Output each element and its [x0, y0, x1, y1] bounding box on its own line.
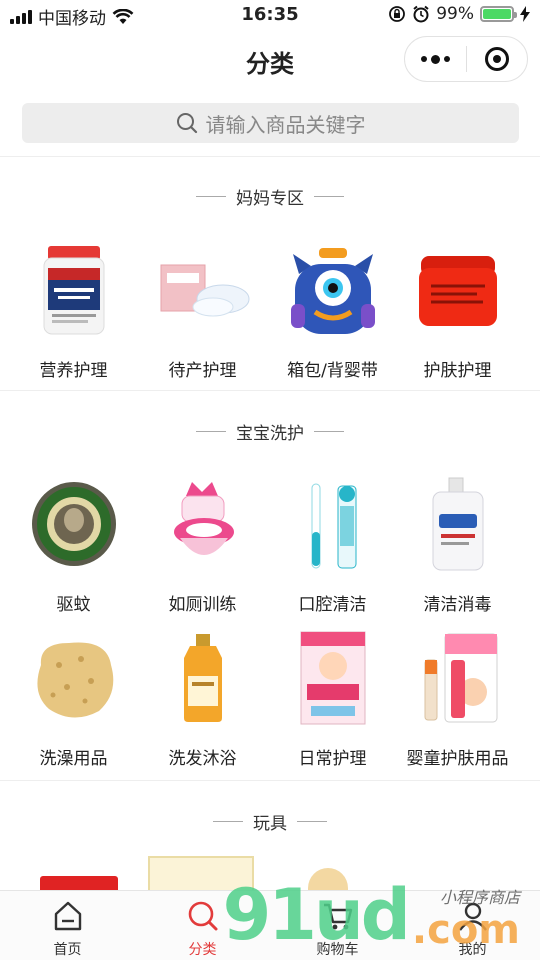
section-title: 妈妈专区 — [236, 189, 304, 209]
category-label: 如厕训练 — [168, 595, 237, 615]
section-title: 宝宝洗护 — [236, 424, 304, 444]
category-daily-care[interactable]: 日常护理 — [265, 628, 400, 769]
supplement-bottle-image — [24, 240, 124, 340]
tab-label: 我的 — [458, 942, 487, 958]
potty-seat-image — [153, 474, 253, 574]
nav-bar: 分类 — [0, 30, 540, 90]
alarm-icon — [413, 5, 429, 23]
tab-label: 购物车 — [316, 942, 359, 958]
category-cleaning-disinfect[interactable]: 清洁消毒 — [390, 474, 525, 615]
category-bath-products[interactable]: 洗澡用品 — [6, 628, 141, 769]
balm-tin-image — [24, 474, 124, 574]
tab-label: 分类 — [188, 942, 217, 958]
user-icon — [458, 902, 487, 931]
divider — [0, 156, 540, 157]
breast-pads-image — [153, 240, 253, 340]
category-bags-carriers[interactable]: 箱包/背婴带 — [265, 240, 400, 381]
category-skincare[interactable]: 护肤护理 — [390, 240, 525, 381]
bath-sponge-image — [24, 628, 124, 728]
category-prenatal[interactable]: 待产护理 — [135, 240, 270, 381]
category-baby-skincare[interactable]: 婴童护肤用品 — [390, 628, 525, 769]
mini-program-capsule — [404, 36, 528, 82]
search-icon — [176, 113, 197, 134]
category-mosquito-repellent[interactable]: 驱蚊 — [6, 474, 141, 615]
search-placeholder: 请输入商品关键字 — [205, 112, 366, 137]
home-icon — [54, 901, 81, 931]
search-icon — [188, 901, 217, 931]
battery-percent: 99% — [436, 4, 474, 24]
category-potty-training[interactable]: 如厕训练 — [135, 474, 270, 615]
monster-backpack-image — [283, 240, 383, 340]
category-nutrition[interactable]: 营养护理 — [6, 240, 141, 381]
category-label: 营养护理 — [39, 361, 108, 381]
tab-home[interactable]: 首页 — [0, 891, 135, 960]
category-label: 箱包/背婴带 — [287, 361, 378, 381]
ointment-tin-image — [408, 240, 508, 340]
tab-bar: 首页 分类 购物车 我的 — [0, 890, 540, 960]
section-header-toys: 玩具 — [0, 809, 540, 834]
baby-wash-bottle-image — [153, 628, 253, 728]
search-bar[interactable]: 请输入商品关键字 — [22, 103, 519, 143]
more-dots-icon — [420, 54, 450, 64]
section-title: 玩具 — [253, 814, 287, 834]
category-shampoo-bath[interactable]: 洗发沐浴 — [135, 628, 270, 769]
section-header-baby-care: 宝宝洗护 — [0, 419, 540, 444]
category-label: 护肤护理 — [423, 361, 492, 381]
more-button[interactable] — [405, 37, 466, 81]
divider — [0, 390, 540, 391]
category-label: 清洁消毒 — [423, 595, 492, 615]
category-label: 洗澡用品 — [39, 749, 108, 769]
category-oral-care[interactable]: 口腔清洁 — [265, 474, 400, 615]
category-label: 驱蚊 — [56, 595, 91, 615]
tab-label: 首页 — [53, 942, 82, 958]
tab-category[interactable]: 分类 — [135, 891, 270, 960]
tab-cart[interactable]: 购物车 — [270, 891, 405, 960]
lip-balm-package-image — [408, 628, 508, 728]
close-button[interactable] — [467, 37, 528, 81]
toothbrush-image — [283, 474, 383, 574]
tab-profile[interactable]: 我的 — [405, 891, 540, 960]
category-label: 日常护理 — [298, 749, 367, 769]
category-label: 洗发沐浴 — [168, 749, 237, 769]
cart-icon — [323, 903, 352, 930]
category-label: 待产护理 — [168, 361, 237, 381]
section-header-mama: 妈妈专区 — [0, 184, 540, 209]
divider — [0, 780, 540, 781]
cooling-patch-box-image — [283, 628, 383, 728]
battery-icon — [480, 6, 517, 22]
category-label: 婴童护肤用品 — [406, 749, 509, 769]
status-right: 99% — [388, 4, 530, 24]
target-icon — [484, 47, 509, 71]
sterilizing-bottle-image — [408, 474, 508, 574]
charging-icon — [520, 6, 530, 22]
status-bar: 中国移动 16:35 99% — [0, 0, 540, 30]
rotation-lock-icon — [389, 6, 406, 22]
category-label: 口腔清洁 — [298, 595, 367, 615]
